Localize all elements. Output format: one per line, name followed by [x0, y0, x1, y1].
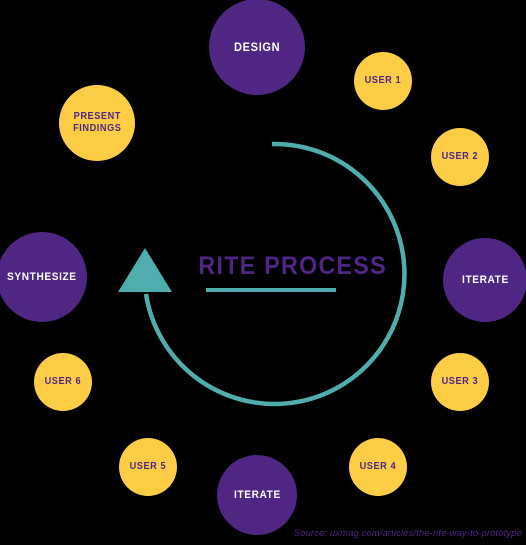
page-title: RITE PROCESS [198, 252, 387, 280]
node-label: PRESENT FINDINGS [72, 111, 122, 134]
node-user-3[interactable]: USER 3 [431, 353, 489, 411]
node-iterate-right[interactable]: ITERATE [443, 238, 526, 322]
node-label: USER 1 [364, 75, 402, 87]
node-label: ITERATE [233, 488, 281, 501]
node-design[interactable]: DESIGN [209, 0, 305, 95]
node-present-findings[interactable]: PRESENT FINDINGS [59, 85, 135, 161]
rite-process-diagram: DESIGN USER 1 USER 2 ITERATE USER 3 USER 4 ITE… [0, 0, 526, 545]
center-title-block: RITE PROCESS [193, 252, 387, 292]
node-label: USER 6 [44, 376, 82, 388]
node-user-2[interactable]: USER 2 [431, 128, 489, 186]
node-user-6[interactable]: USER 6 [34, 353, 92, 411]
node-user-5[interactable]: USER 5 [119, 438, 177, 496]
node-label: USER 2 [441, 151, 479, 163]
node-label: USER 4 [359, 461, 397, 473]
node-synthesize[interactable]: SYNTHESIZE [0, 232, 87, 322]
node-label: ITERATE [461, 273, 509, 286]
node-label: DESIGN [233, 39, 281, 54]
arrow-head-icon [118, 248, 172, 292]
source-citation: Source: uxmag.com/articles/the-rite-way-… [293, 528, 522, 539]
node-user-4[interactable]: USER 4 [349, 438, 407, 496]
title-underline [205, 288, 336, 292]
node-label: USER 3 [441, 376, 479, 388]
node-iterate-bottom[interactable]: ITERATE [217, 455, 297, 535]
node-label: SYNTHESIZE [7, 270, 77, 283]
node-label: USER 5 [129, 461, 167, 473]
node-user-1[interactable]: USER 1 [354, 52, 412, 110]
